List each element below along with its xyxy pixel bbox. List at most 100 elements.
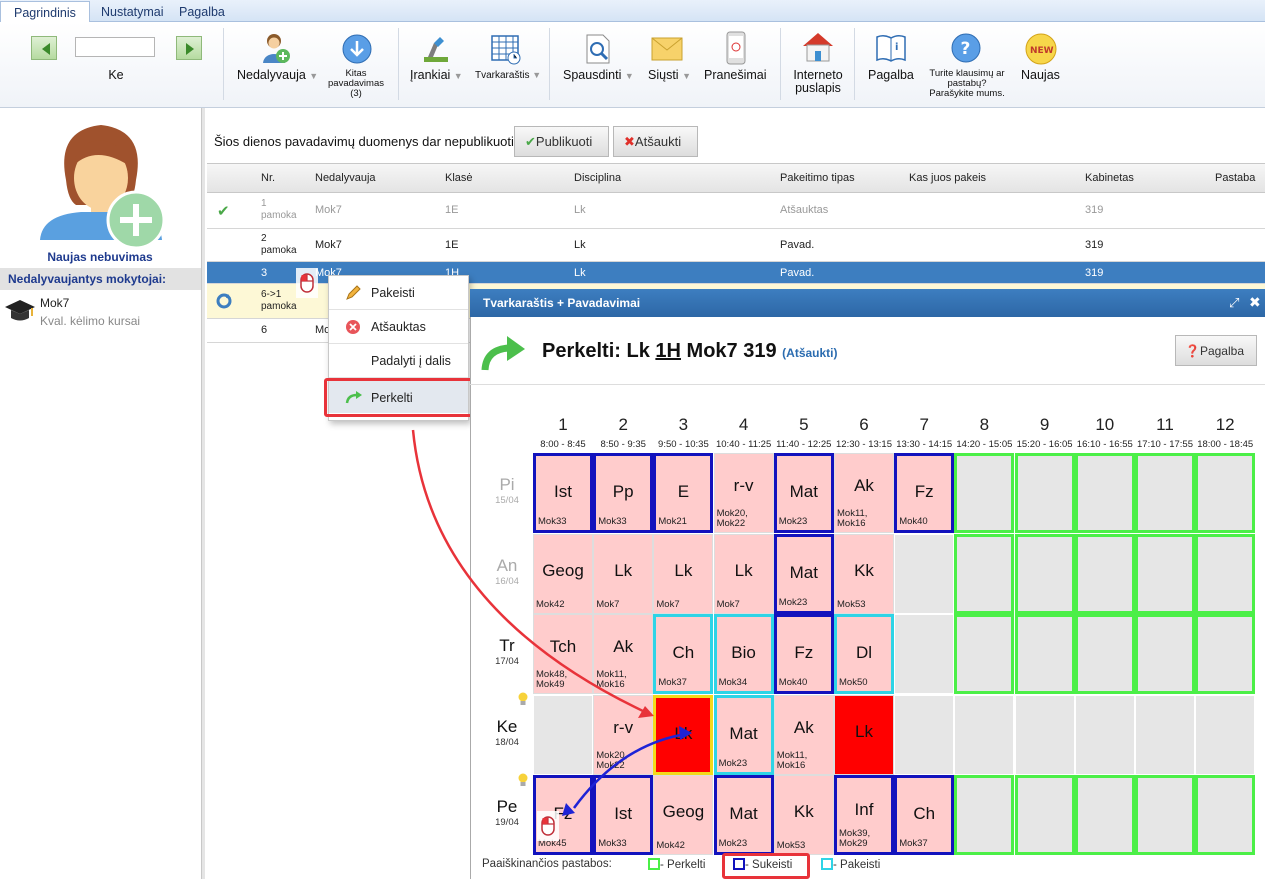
lesson-cell[interactable]: Mat Mok23 — [773, 453, 834, 533]
lesson-cell[interactable] — [954, 614, 1015, 694]
lesson-cell[interactable] — [1195, 614, 1256, 694]
lesson-cell[interactable] — [894, 614, 955, 694]
lesson-cell[interactable] — [1014, 614, 1075, 694]
lesson-cell[interactable] — [1195, 533, 1256, 614]
lesson-cell[interactable]: Kk Mok53 — [834, 533, 894, 614]
lesson-cell[interactable]: Lk Mok7 — [713, 533, 774, 614]
lesson-subject: Mat — [789, 562, 818, 582]
lesson-cell[interactable]: Ch Mok37 — [653, 614, 714, 694]
lesson-cell[interactable]: Bio Mok34 — [713, 614, 774, 694]
lesson-cell[interactable] — [954, 694, 1015, 775]
lesson-cell[interactable]: Geog Mok42 — [533, 533, 593, 614]
period-time: 11:40 - 12:25 — [776, 439, 832, 450]
lesson-subject: Lk — [674, 560, 693, 580]
lightbulb-icon — [517, 692, 529, 709]
period-number: 12 — [1215, 415, 1235, 434]
day-label: Pi 15/04 — [476, 475, 538, 506]
period-time: 10:40 - 11:25 — [715, 439, 772, 450]
period-number: 9 — [1039, 415, 1050, 434]
period-number: 3 — [678, 415, 689, 434]
lesson-cell[interactable]: Ch Mok37 — [894, 775, 955, 855]
lesson-cell[interactable]: Ist Mok33 — [593, 775, 654, 855]
lesson-cell[interactable] — [1014, 533, 1075, 614]
lesson-cell[interactable] — [533, 694, 593, 775]
lesson-teacher: Mok23 — [718, 757, 748, 769]
lesson-teacher: Mok42 — [536, 598, 565, 610]
lesson-cell[interactable]: Ist Mok33 — [533, 453, 593, 533]
lesson-teacher: Mok40 — [778, 677, 808, 688]
lesson-cell[interactable]: Lk Mok7 — [653, 533, 714, 614]
lesson-cell[interactable] — [1135, 453, 1195, 533]
lesson-cell[interactable] — [954, 533, 1015, 614]
lesson-cell[interactable]: Ak Mok11, Mok16 — [834, 453, 894, 533]
lesson-cell[interactable] — [1195, 453, 1256, 533]
lesson-cell[interactable] — [1014, 453, 1075, 533]
period-number: 5 — [799, 415, 809, 434]
period-time: 8:00 - 8:45 — [540, 439, 586, 450]
lesson-teacher: Mok33 — [598, 838, 627, 849]
lesson-cell[interactable] — [1074, 775, 1135, 855]
day-name: An — [496, 555, 518, 575]
lesson-cell[interactable] — [1195, 694, 1256, 775]
day-date: 16/04 — [495, 575, 519, 587]
lesson-teacher: Mok7 — [596, 598, 620, 610]
lesson-teacher: Mok48, Mok49 — [536, 669, 568, 690]
lesson-subject: r-v — [733, 476, 754, 495]
lesson-cell[interactable]: Dl Mok50 — [834, 614, 894, 694]
lesson-cell[interactable] — [1135, 614, 1195, 694]
lesson-cell[interactable]: Fz Mok40 — [894, 453, 955, 533]
lesson-subject: Lk — [734, 560, 753, 580]
mouse-icon — [537, 811, 559, 844]
lesson-cell[interactable] — [1074, 453, 1135, 533]
lesson-cell[interactable]: Ak Mok11, Mok16 — [773, 694, 834, 775]
day-name: Pe — [496, 797, 518, 816]
lesson-cell[interactable]: Tch Mok48, Mok49 — [533, 614, 593, 694]
lesson-cell[interactable]: Lk Mok7 — [593, 533, 654, 614]
lesson-cell[interactable]: E Mok21 — [653, 453, 714, 533]
lesson-cell[interactable] — [894, 533, 955, 614]
lesson-cell[interactable] — [1074, 694, 1135, 775]
day-name: Pi — [499, 475, 515, 494]
lesson-cell[interactable]: Mat Mok23 — [773, 533, 834, 614]
lesson-teacher: Mok21 — [658, 516, 687, 527]
lesson-cell[interactable]: Lk — [653, 694, 714, 775]
lesson-subject: Ak — [854, 476, 874, 495]
lesson-cell[interactable] — [1135, 533, 1195, 614]
lesson-cell[interactable]: r-v Mok20, Mok22 — [713, 453, 774, 533]
lesson-cell[interactable]: Inf Mok39, Mok29 — [834, 775, 894, 855]
lesson-cell[interactable]: Lk — [834, 694, 894, 775]
lesson-subject: Ch — [672, 643, 695, 662]
lesson-teacher: Mok11, Mok16 — [837, 508, 868, 529]
legend-changed-label: - Pakeisti — [833, 859, 881, 871]
day-date: 18/04 — [495, 736, 519, 748]
lesson-cell[interactable] — [1074, 614, 1135, 694]
lesson-cell[interactable] — [1195, 775, 1256, 855]
lesson-cell[interactable] — [1014, 775, 1075, 855]
lesson-cell[interactable] — [1074, 533, 1135, 614]
lesson-cell[interactable]: Kk Mok53 — [773, 775, 834, 855]
lesson-cell[interactable] — [1135, 694, 1195, 775]
period-number: 7 — [919, 415, 929, 434]
lesson-cell[interactable]: Mat Mok23 — [713, 775, 774, 855]
lesson-subject: Ak — [613, 637, 634, 656]
lesson-cell[interactable] — [1135, 775, 1195, 855]
lesson-cell[interactable]: Ak Mok11, Mok16 — [593, 614, 654, 694]
period-number: 10 — [1095, 415, 1115, 434]
lesson-cell[interactable]: Pp Mok33 — [593, 453, 654, 533]
lesson-cell[interactable]: Fz Mok40 — [773, 614, 834, 694]
lesson-cell[interactable] — [1014, 694, 1075, 775]
period-time: 9:50 - 10:35 — [658, 439, 709, 450]
lesson-cell[interactable] — [954, 775, 1015, 855]
lesson-cell[interactable]: Geog Mok42 — [653, 775, 714, 855]
legend-changed: - Pakeisti — [821, 858, 880, 871]
lesson-cell[interactable]: Mat Mok23 — [713, 694, 774, 775]
legend-highlight-box — [722, 853, 810, 879]
lesson-teacher: Mok23 — [718, 838, 748, 849]
day-name: Ke — [496, 716, 518, 736]
lesson-teacher: Mok50 — [839, 677, 868, 688]
lesson-cell[interactable]: r-v Mok20, Mok22 — [593, 694, 654, 775]
lesson-cell[interactable] — [954, 453, 1015, 533]
lesson-cell[interactable] — [894, 694, 955, 775]
period-time: 12:30 - 13:15 — [836, 439, 892, 450]
period-time: 8:50 - 9:35 — [600, 439, 646, 450]
